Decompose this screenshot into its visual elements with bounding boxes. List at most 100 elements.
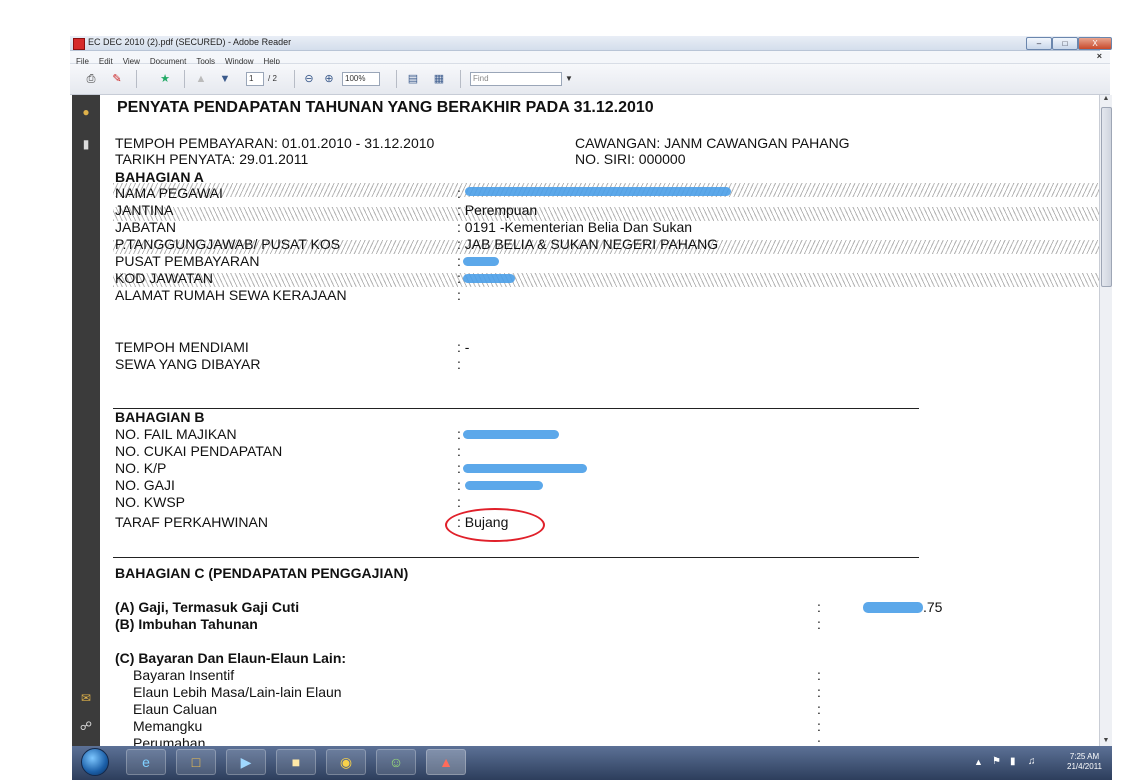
statement-heading: PENYATA PENDAPATAN TAHUNAN YANG BERAKHIR… — [117, 99, 654, 116]
label-alamat: ALAMAT RUMAH SEWA KERAJAAN — [115, 287, 347, 303]
serial-number: NO. SIRI: 000000 — [575, 151, 686, 167]
colon-imbuhan: : — [817, 616, 821, 632]
page-number-input[interactable]: 1 — [246, 72, 264, 86]
redaction-mark — [463, 430, 559, 439]
colon-item: : — [817, 684, 821, 700]
system-tray: ▲ ⚑ ▮ ♫ 7:25 AM 21/4/2011 — [946, 748, 1106, 776]
next-page-icon[interactable]: ▼ — [218, 72, 232, 86]
redaction-mark — [463, 464, 587, 473]
divider-line — [113, 408, 919, 409]
zoom-out-icon[interactable]: ⊖ — [302, 72, 316, 86]
fit-width-icon[interactable]: ▦ — [432, 72, 446, 86]
network-icon[interactable]: ▮ — [1010, 756, 1016, 767]
attachments-icon[interactable]: ☍ — [79, 719, 93, 733]
redaction-mark — [463, 274, 515, 283]
folder-icon[interactable]: ■ — [276, 749, 316, 775]
internet-explorer-icon[interactable]: e — [126, 749, 166, 775]
label-kwsp: NO. KWSP — [115, 494, 186, 510]
redaction-mark — [465, 187, 731, 196]
label-imbuhan: (B) Imbuhan Tahunan — [115, 616, 258, 632]
chrome-icon[interactable]: ◉ — [326, 749, 366, 775]
label-elaun-lebih-masa: Elaun Lebih Masa/Lain-lain Elaun — [133, 684, 342, 700]
collaborate-icon[interactable]: ★ — [158, 72, 172, 86]
label-bayaran-elaun: (C) Bayaran Dan Elaun-Elaun Lain: — [115, 650, 347, 666]
section-c-heading: BAHAGIAN C (PENDAPATAN PENGGAJIAN) — [115, 565, 409, 581]
payment-period: TEMPOH PEMBAYARAN: 01.01.2010 - 31.12.20… — [115, 135, 435, 151]
value-nama-pegawai: : — [457, 185, 461, 201]
tray-arrow-icon[interactable]: ▲ — [974, 757, 983, 767]
toolbar-separator — [184, 70, 185, 88]
value-jabatan: : 0191 -Kementerian Belia Dan Sukan — [457, 219, 693, 235]
navigation-pane: ● ▮ ✉ ☍ — [72, 95, 100, 747]
adobe-reader-icon — [73, 38, 85, 50]
label-gaji: NO. GAJI — [115, 477, 175, 493]
label-tempoh-mendiami: TEMPOH MENDIAMI — [115, 339, 249, 355]
value-pusat-kos: : JAB BELIA & SUKAN NEGERI PAHANG — [457, 236, 719, 252]
pages-icon[interactable]: ▮ — [79, 137, 93, 151]
scrollbar-thumb[interactable] — [1101, 107, 1112, 287]
value-kod-jawatan: : — [457, 270, 461, 286]
zoom-in-icon[interactable]: ⊕ — [322, 72, 336, 86]
label-pusat-pembayaran: PUSAT PEMBAYARAN — [115, 253, 260, 269]
toolbar: ⎙ ✎ ★ ▲ ▼ 1 / 2 ⊖ ⊕ 100% ▤ ▦ Find ▼ — [70, 64, 1110, 95]
value-gaji-cuti: .75 — [923, 599, 943, 615]
label-taraf-perkahwinan: TARAF PERKAHWINAN — [115, 514, 268, 530]
maximize-button[interactable]: □ — [1052, 37, 1078, 50]
divider-line — [113, 557, 919, 558]
statement-date: TARIKH PENYATA: 29.01.2011 — [115, 151, 309, 167]
media-player-icon[interactable]: ▶ — [226, 749, 266, 775]
toolbar-separator — [396, 70, 397, 88]
clock[interactable]: 7:25 AM 21/4/2011 — [1067, 752, 1102, 772]
value-alamat: : — [457, 287, 461, 303]
redaction-mark — [463, 257, 499, 266]
toolbar-separator — [460, 70, 461, 88]
security-lock-icon[interactable]: ● — [79, 105, 93, 119]
colon-item: : — [817, 667, 821, 683]
print-icon[interactable]: ⎙ — [84, 72, 98, 86]
scan-artifact — [113, 273, 1099, 287]
action-center-icon[interactable]: ⚑ — [992, 756, 1001, 767]
value-fail-majikan: : — [457, 426, 461, 442]
adobe-reader-taskbar-icon[interactable]: ▲ — [426, 749, 466, 775]
label-bayaran-insentif: Bayaran Insentif — [133, 667, 235, 683]
page-total: / 2 — [268, 74, 277, 83]
window-title: EC DEC 2010 (2).pdf (SECURED) - Adobe Re… — [88, 37, 292, 47]
redaction-mark — [465, 481, 543, 490]
label-fail-majikan: NO. FAIL MAJIKAN — [115, 426, 237, 442]
toolbar-separator — [294, 70, 295, 88]
colon-item: : — [817, 718, 821, 734]
fit-page-icon[interactable]: ▤ — [406, 72, 420, 86]
label-jabatan: JABATAN — [115, 219, 176, 235]
label-jantina: JANTINA — [115, 202, 174, 218]
scroll-up-icon[interactable]: ▲ — [1100, 95, 1112, 105]
create-pdf-icon[interactable]: ✎ — [110, 72, 124, 86]
volume-icon[interactable]: ♫ — [1028, 756, 1036, 767]
value-pusat-pembayaran: : — [457, 253, 461, 269]
label-sewa: SEWA YANG DIBAYAR — [115, 356, 261, 372]
window-title-bar: EC DEC 2010 (2).pdf (SECURED) - Adobe Re… — [70, 36, 1112, 51]
file-explorer-icon[interactable]: □ — [176, 749, 216, 775]
vertical-scrollbar[interactable]: ▲ ▼ — [1099, 95, 1112, 747]
document-page: PENYATA PENDAPATAN TAHUNAN YANG BERAKHIR… — [101, 95, 1099, 747]
value-jantina: : Perempuan — [457, 202, 538, 218]
value-kwsp: : — [457, 494, 461, 510]
colon-item: : — [817, 701, 821, 717]
label-pusat-kos: P.TANGGUNGJAWAB/ PUSAT KOS — [115, 236, 341, 252]
zoom-select[interactable]: 100% — [342, 72, 380, 86]
start-button[interactable] — [81, 748, 109, 776]
menu-bar: File Edit View Document Tools Window Help × — [70, 51, 1110, 66]
close-document-icon[interactable]: × — [1097, 51, 1102, 61]
label-nama-pegawai: NAMA PEGAWAI — [115, 185, 223, 201]
find-input[interactable]: Find — [470, 72, 562, 86]
minimize-button[interactable]: – — [1026, 37, 1052, 50]
previous-page-icon[interactable]: ▲ — [194, 72, 208, 86]
branch: CAWANGAN: JANM CAWANGAN PAHANG — [575, 135, 850, 151]
game-icon[interactable]: ☺ — [376, 749, 416, 775]
taskbar: e □ ▶ ■ ◉ ☺ ▲ ▲ ⚑ ▮ ♫ 7:25 AM 21/4/2011 — [72, 746, 1112, 780]
highlight-circle — [445, 508, 545, 542]
comments-icon[interactable]: ✉ — [79, 691, 93, 705]
close-button[interactable]: X — [1078, 37, 1112, 50]
find-dropdown-icon[interactable]: ▼ — [562, 72, 576, 86]
label-kod-jawatan: KOD JAWATAN — [115, 270, 213, 286]
value-kp: : — [457, 460, 461, 476]
